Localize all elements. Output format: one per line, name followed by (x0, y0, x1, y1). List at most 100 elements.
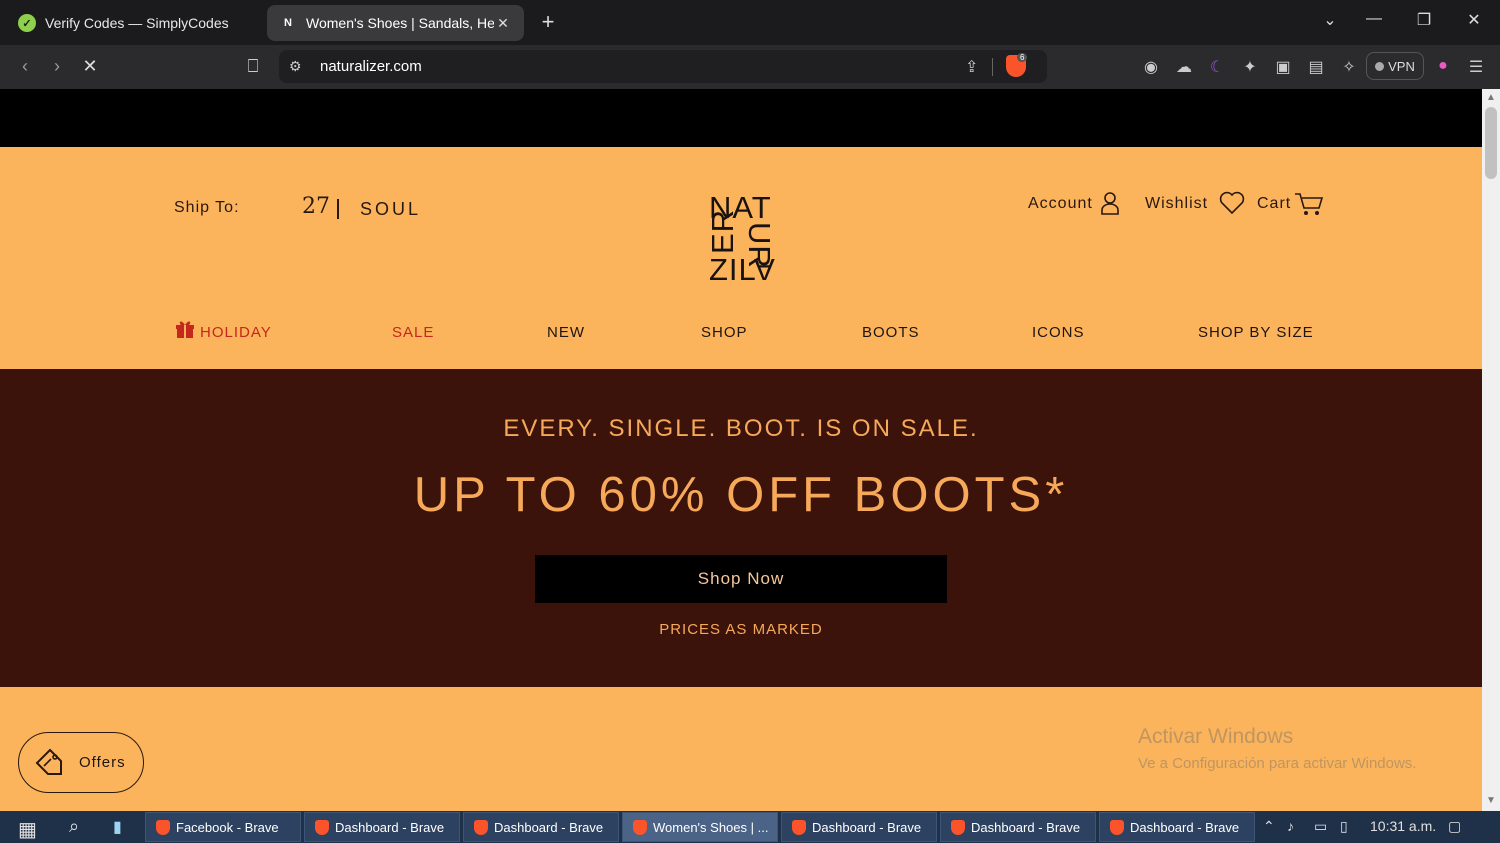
close-tab-icon[interactable]: ✕ (494, 15, 512, 32)
27-edit-logo[interactable]: 27 (302, 194, 330, 219)
new-tab-button[interactable]: + (536, 9, 560, 35)
taskbar-label: Dashboard - Brave (971, 819, 1081, 835)
file-explorer-icon[interactable]: ▮ (113, 817, 122, 837)
wallet-icon[interactable]: ▤ (1305, 57, 1327, 77)
logo-row3b: A (753, 252, 775, 287)
menu-icon[interactable]: ☰ (1465, 57, 1487, 77)
volume-icon[interactable]: ♪ (1287, 818, 1294, 834)
notifications-icon[interactable]: ▢ (1448, 818, 1461, 835)
watermark-line1: Activar Windows (1138, 725, 1294, 748)
offers-label: Offers (79, 754, 126, 771)
nav-shop[interactable]: SHOP (701, 324, 748, 341)
brave-icon (1110, 819, 1124, 835)
offers-button[interactable]: Offers (18, 732, 144, 793)
stop-loading-icon[interactable]: ✕ (79, 55, 101, 77)
taskbar-item[interactable]: Dashboard - Brave (940, 812, 1096, 842)
bookmark-icon[interactable]: ⎕ (242, 55, 264, 77)
ship-to-label[interactable]: Ship To: (174, 199, 240, 217)
gift-icon (176, 321, 194, 338)
tag-icon (35, 748, 62, 775)
vpn-label: VPN (1388, 58, 1415, 74)
account-person-icon[interactable] (1100, 191, 1120, 221)
vpn-button[interactable]: VPN (1366, 52, 1424, 80)
screen: ✓ Verify Codes — SimplyCodes N Women's S… (0, 0, 1500, 843)
taskbar-item-active[interactable]: Women's Shoes | ... (622, 812, 778, 842)
scroll-up-icon[interactable]: ▲ (1486, 92, 1496, 103)
taskbar-item[interactable]: Dashboard - Brave (304, 812, 460, 842)
hero-subheading: EVERY. SINGLE. BOOT. IS ON SALE. (503, 415, 979, 442)
network-icon[interactable]: ▭ (1314, 818, 1327, 835)
tab-simplycodes[interactable]: ✓ Verify Codes — SimplyCodes (6, 5, 264, 41)
cart-icon[interactable] (1294, 191, 1324, 223)
brave-icon (474, 819, 488, 835)
browser-tab-strip: ✓ Verify Codes — SimplyCodes N Women's S… (0, 0, 1500, 45)
nav-boots[interactable]: BOOTS (862, 324, 920, 341)
shop-now-button[interactable]: Shop Now (535, 555, 947, 603)
close-window-icon[interactable]: ✕ (1462, 10, 1486, 30)
taskbar-item[interactable]: Dashboard - Brave (1099, 812, 1255, 842)
tab-search-chevron-icon[interactable]: ⌄ (1318, 10, 1342, 30)
taskbar-label: Facebook - Brave (176, 819, 279, 835)
brave-icon (633, 819, 647, 835)
address-bar[interactable]: ⚙ naturalizer.com ⇪ 6 (279, 50, 1047, 83)
profile-avatar-icon[interactable]: ● (1432, 57, 1454, 75)
logo-row3: ZIL (709, 252, 757, 287)
windows-activation-watermark: Activar Windows Ve a Configuración para … (1138, 725, 1416, 772)
restore-icon[interactable]: ❐ (1412, 10, 1436, 30)
nav-icons[interactable]: ICONS (1032, 324, 1085, 341)
tab-title: Verify Codes — SimplyCodes (45, 15, 229, 31)
hero-banner: EVERY. SINGLE. BOOT. IS ON SALE. UP TO 6… (0, 369, 1482, 687)
leo-sparkle-icon[interactable]: ✧ (1338, 57, 1360, 77)
battery-icon[interactable]: ▯ (1340, 818, 1348, 835)
back-icon[interactable]: ‹ (14, 55, 36, 77)
taskbar-label: Women's Shoes | ... (653, 819, 769, 835)
extensions-icon[interactable]: ✦ (1239, 57, 1261, 77)
site-settings-icon[interactable]: ⚙ (289, 58, 302, 75)
taskbar-label: Dashboard - Brave (812, 819, 922, 835)
nav-new[interactable]: NEW (547, 324, 585, 341)
naturalizer-logo[interactable]: NAT ER UR ZIL A (705, 192, 777, 287)
url-text: naturalizer.com (320, 58, 422, 75)
share-icon[interactable]: ⇪ (965, 57, 978, 77)
start-grid-icon[interactable]: ▦ (18, 817, 40, 841)
account-link[interactable]: Account (1028, 195, 1093, 213)
simplycodes-favicon-icon: ✓ (18, 14, 36, 32)
taskbar-item[interactable]: Facebook - Brave (145, 812, 301, 842)
browser-toolbar: ‹ › ✕ ⎕ ⚙ naturalizer.com ⇪ 6 ◉ ☁ ☾ ✦ ▣ … (0, 45, 1500, 89)
scroll-down-icon[interactable]: ▼ (1486, 795, 1496, 806)
heart-icon[interactable] (1219, 191, 1245, 221)
forward-icon[interactable]: › (46, 55, 68, 77)
taskbar-label: Dashboard - Brave (335, 819, 445, 835)
taskbar-label: Dashboard - Brave (494, 819, 604, 835)
brand-divider (337, 199, 339, 219)
web-page: Ship To: 27 SOUL NAT ER UR ZIL A Account… (0, 89, 1482, 811)
soul-brand-link[interactable]: SOUL (360, 199, 421, 220)
nav-sale[interactable]: SALE (392, 324, 434, 341)
night-mode-icon[interactable]: ☾ (1206, 57, 1228, 77)
wishlist-link[interactable]: Wishlist (1145, 195, 1208, 213)
brave-icon (315, 819, 329, 835)
minimize-icon[interactable]: — (1362, 10, 1386, 28)
nav-shop-by-size[interactable]: SHOP BY SIZE (1198, 324, 1314, 341)
tray-chevron-up-icon[interactable]: ⌃ (1263, 818, 1275, 835)
taskbar-label: Dashboard - Brave (1130, 819, 1240, 835)
hero-heading: UP TO 60% OFF BOOTS* (413, 468, 1069, 522)
cloud-extension-icon[interactable]: ☁ (1173, 57, 1195, 77)
cart-link[interactable]: Cart (1257, 195, 1291, 213)
prices-note: PRICES AS MARKED (659, 621, 823, 638)
clock[interactable]: 10:31 a.m. (1370, 818, 1436, 834)
search-icon[interactable]: ⌕ (69, 816, 79, 837)
logo-left-col: ER (705, 208, 740, 254)
leo-ai-icon[interactable]: ◉ (1140, 57, 1162, 77)
brave-icon (951, 819, 965, 835)
address-divider (992, 58, 993, 76)
tab-naturalizer[interactable]: N Women's Shoes | Sandals, Heels ✕ (267, 5, 524, 41)
naturalizer-favicon-icon: N (284, 17, 292, 29)
taskbar-item[interactable]: Dashboard - Brave (463, 812, 619, 842)
scrollbar-thumb[interactable] (1485, 107, 1497, 179)
taskbar-item[interactable]: Dashboard - Brave (781, 812, 937, 842)
vpn-status-icon (1375, 61, 1385, 71)
nav-holiday[interactable]: HOLIDAY (200, 324, 272, 341)
sidebar-icon[interactable]: ▣ (1272, 57, 1294, 77)
page-scrollbar[interactable]: ▲ ▼ (1482, 89, 1500, 811)
